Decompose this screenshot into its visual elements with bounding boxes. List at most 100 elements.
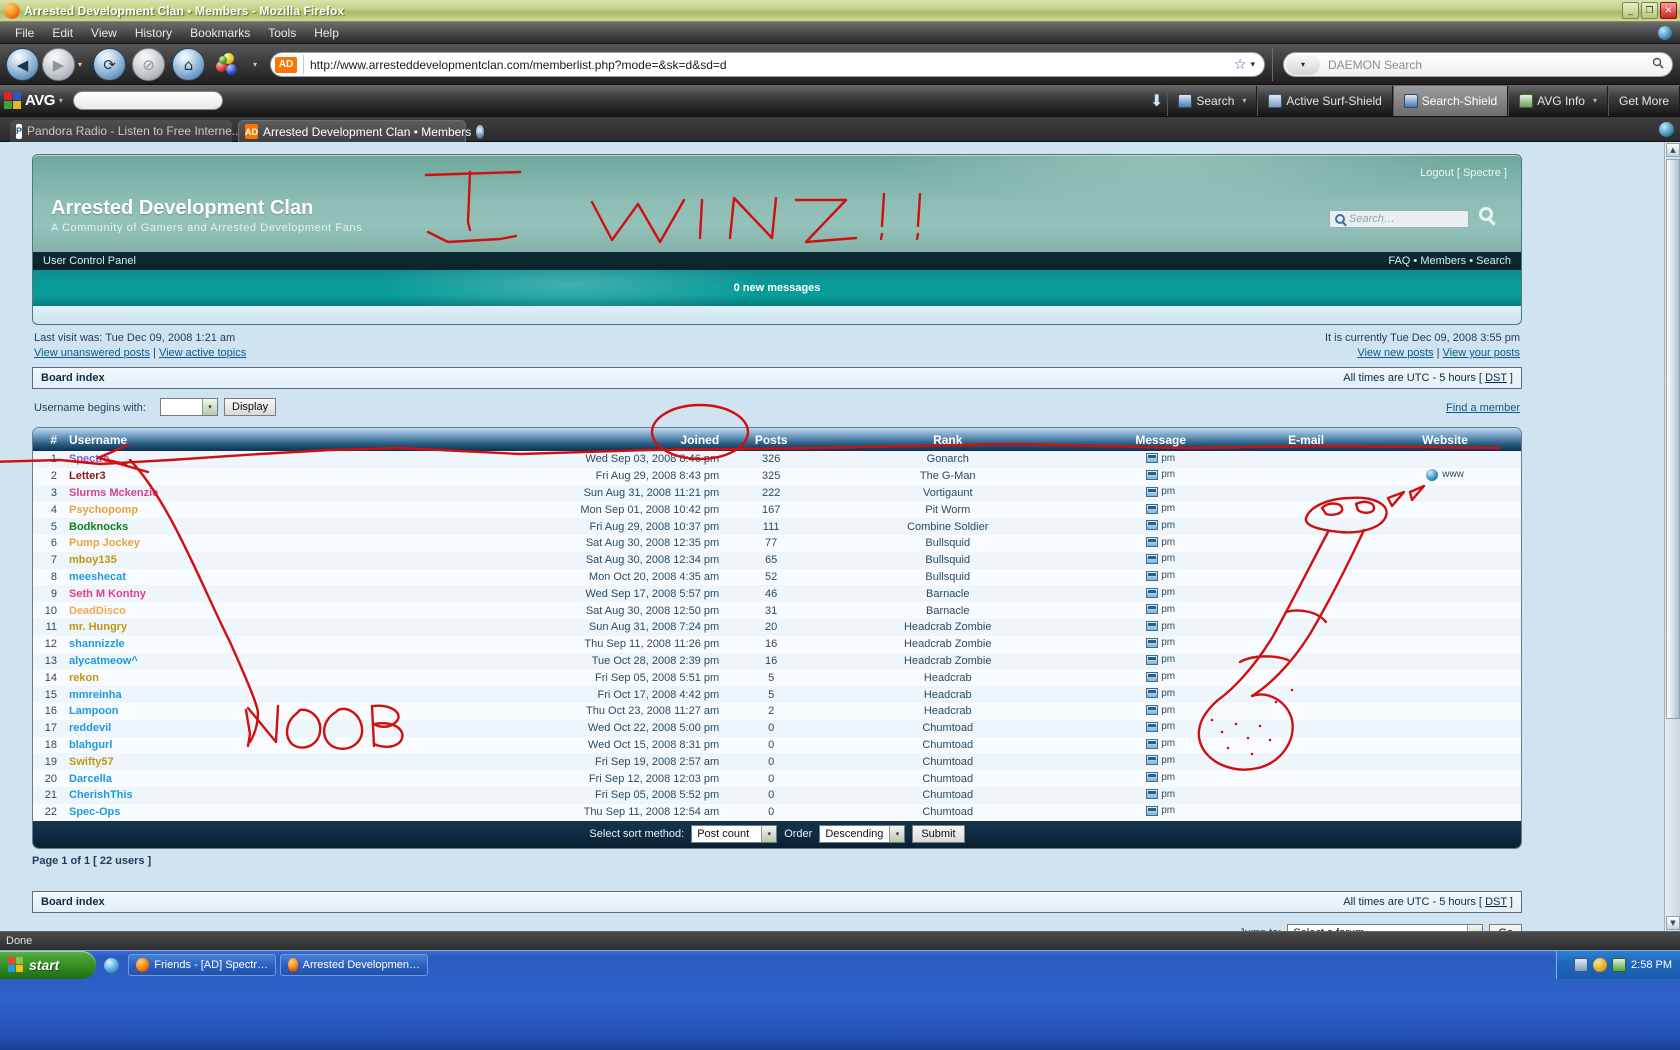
row-username[interactable]: reddevil bbox=[63, 719, 329, 737]
row-username[interactable]: Bodknocks bbox=[63, 518, 329, 535]
row-website[interactable] bbox=[1369, 568, 1521, 586]
row-username[interactable]: Swifty57 bbox=[63, 753, 329, 771]
row-message-pm[interactable]: pm bbox=[1078, 484, 1244, 502]
row-message-pm[interactable]: pm bbox=[1078, 719, 1244, 737]
pm-icon[interactable]: pm bbox=[1146, 654, 1175, 665]
logout-link[interactable]: Logout [ Spectre ] bbox=[1420, 167, 1507, 179]
row-message-pm[interactable]: pm bbox=[1078, 568, 1244, 586]
quick-launch-ie-icon[interactable] bbox=[100, 954, 122, 976]
site-title[interactable]: Arrested Development Clan bbox=[51, 197, 313, 220]
pm-icon[interactable]: pm bbox=[1146, 520, 1175, 531]
row-website[interactable]: www bbox=[1369, 467, 1521, 485]
row-message-pm[interactable]: pm bbox=[1078, 635, 1244, 653]
close-button[interactable]: ✕ bbox=[1660, 2, 1677, 19]
scroll-up-icon[interactable]: ▲ bbox=[1666, 143, 1680, 157]
row-username[interactable]: Lampoon bbox=[63, 702, 329, 720]
row-username[interactable]: mr. Hungry bbox=[63, 618, 329, 636]
pm-icon[interactable]: pm bbox=[1146, 671, 1175, 682]
row-website[interactable] bbox=[1369, 719, 1521, 737]
dst-link-top[interactable]: DST bbox=[1485, 372, 1507, 384]
addon-status-icon[interactable] bbox=[1658, 26, 1672, 40]
row-message-pm[interactable]: pm bbox=[1078, 786, 1244, 804]
row-message-pm[interactable]: pm bbox=[1078, 467, 1244, 485]
jump-to-select[interactable]: Select a forum ▾ bbox=[1287, 923, 1484, 931]
pm-icon[interactable]: pm bbox=[1146, 738, 1175, 749]
row-message-pm[interactable]: pm bbox=[1078, 770, 1244, 787]
find-a-member-link[interactable]: Find a member bbox=[1446, 402, 1520, 414]
search-bar[interactable]: ▾ DAEMON Search bbox=[1283, 52, 1673, 77]
row-website[interactable] bbox=[1369, 635, 1521, 653]
pm-icon[interactable]: pm bbox=[1146, 486, 1175, 497]
forward-icon[interactable]: ▶ bbox=[42, 48, 75, 81]
back-icon[interactable]: ◀ bbox=[6, 48, 39, 81]
avg-item-search-shield[interactable]: Search-Shield bbox=[1392, 85, 1509, 116]
row-website[interactable] bbox=[1369, 770, 1521, 787]
avg-item-info[interactable]: AVG Info ▾ bbox=[1508, 85, 1608, 116]
header-rank[interactable]: Rank bbox=[817, 428, 1079, 451]
view-active-topics-link[interactable]: View active topics bbox=[159, 347, 246, 359]
new-messages-label[interactable]: 0 new messages bbox=[734, 282, 821, 294]
home-icon[interactable]: ⌂ bbox=[172, 48, 205, 81]
row-message-pm[interactable]: pm bbox=[1078, 518, 1244, 535]
row-username[interactable]: Pump Jockey bbox=[63, 534, 329, 552]
pm-icon[interactable]: pm bbox=[1146, 537, 1175, 548]
url-input[interactable]: http://www.arresteddevelopmentclan.com/m… bbox=[310, 58, 1234, 72]
scroll-down-icon[interactable]: ▼ bbox=[1666, 916, 1680, 930]
row-username[interactable]: DeadDisco bbox=[63, 602, 329, 619]
row-website[interactable] bbox=[1369, 518, 1521, 535]
download-icon[interactable]: ⬇ bbox=[1150, 91, 1167, 110]
row-message-pm[interactable]: pm bbox=[1078, 585, 1244, 603]
header-posts[interactable]: Posts bbox=[725, 428, 818, 451]
avg-logo-icon[interactable]: AVG ▾ bbox=[4, 91, 63, 110]
header-username[interactable]: Username bbox=[63, 428, 329, 451]
tab-arrested-development-members[interactable]: AD Arrested Development Clan • Members ✕ bbox=[238, 120, 484, 142]
minimize-button[interactable]: _ bbox=[1622, 2, 1639, 19]
chevron-down-icon-avg[interactable]: ▾ bbox=[59, 96, 63, 105]
row-message-pm[interactable]: pm bbox=[1078, 501, 1244, 519]
pm-icon[interactable]: pm bbox=[1146, 604, 1175, 615]
row-website[interactable] bbox=[1369, 551, 1521, 569]
row-message-pm[interactable]: pm bbox=[1078, 602, 1244, 619]
forum-search-input[interactable]: Search… bbox=[1329, 210, 1469, 228]
row-website[interactable] bbox=[1369, 702, 1521, 720]
row-website[interactable] bbox=[1369, 484, 1521, 502]
row-website[interactable] bbox=[1369, 803, 1521, 821]
chevron-down-icon-url[interactable]: ▾ bbox=[1250, 60, 1255, 70]
row-username[interactable]: CherishThis bbox=[63, 786, 329, 804]
taskbar-item-friends[interactable]: Friends - [AD] Spectr… bbox=[128, 954, 276, 976]
forum-search-button[interactable] bbox=[1479, 207, 1503, 231]
tab-pandora[interactable]: P Pandora Radio - Listen to Free Interne… bbox=[10, 120, 255, 142]
row-username[interactable]: Letter3 bbox=[63, 467, 329, 485]
header-num[interactable]: # bbox=[33, 428, 63, 451]
pm-icon[interactable]: pm bbox=[1146, 621, 1175, 632]
go-button[interactable]: Go bbox=[1489, 923, 1522, 931]
search-icon[interactable] bbox=[1652, 57, 1664, 72]
menu-tools[interactable]: Tools bbox=[259, 24, 305, 42]
pm-icon[interactable]: pm bbox=[1146, 772, 1175, 783]
pm-icon[interactable]: pm bbox=[1146, 705, 1175, 716]
row-username[interactable]: blahgurl bbox=[63, 736, 329, 754]
row-website[interactable] bbox=[1369, 786, 1521, 804]
row-username[interactable]: shannizzle bbox=[63, 635, 329, 653]
row-username[interactable]: Seth M Kontny bbox=[63, 585, 329, 603]
row-username[interactable]: Spec-Ops bbox=[63, 803, 329, 821]
menu-history[interactable]: History bbox=[126, 24, 181, 42]
pm-icon[interactable]: pm bbox=[1146, 503, 1175, 514]
tray-network-icon[interactable] bbox=[1574, 958, 1589, 972]
avg-search-input[interactable] bbox=[72, 91, 223, 110]
row-username[interactable]: alycatmeow^ bbox=[63, 652, 329, 670]
url-bar[interactable]: AD http://www.arresteddevelopmentclan.co… bbox=[270, 52, 1265, 77]
reload-icon[interactable]: ⟳ bbox=[93, 48, 126, 81]
maximize-button[interactable]: ❐ bbox=[1641, 2, 1658, 19]
chevron-down-icon-s[interactable]: ▾ bbox=[1242, 96, 1246, 105]
header-joined[interactable]: Joined bbox=[328, 428, 726, 451]
header-message[interactable]: Message bbox=[1078, 428, 1244, 451]
pm-icon[interactable]: pm bbox=[1146, 688, 1175, 699]
chevron-down-icon-2[interactable]: ▾ bbox=[253, 60, 257, 69]
row-message-pm[interactable]: pm bbox=[1078, 534, 1244, 552]
pm-icon[interactable]: pm bbox=[1146, 570, 1175, 581]
pm-icon[interactable]: pm bbox=[1146, 789, 1175, 800]
scrollbar-thumb[interactable] bbox=[1666, 159, 1680, 719]
chevron-down-icon-order[interactable]: ▾ bbox=[889, 826, 905, 843]
pm-icon[interactable]: pm bbox=[1146, 587, 1175, 598]
